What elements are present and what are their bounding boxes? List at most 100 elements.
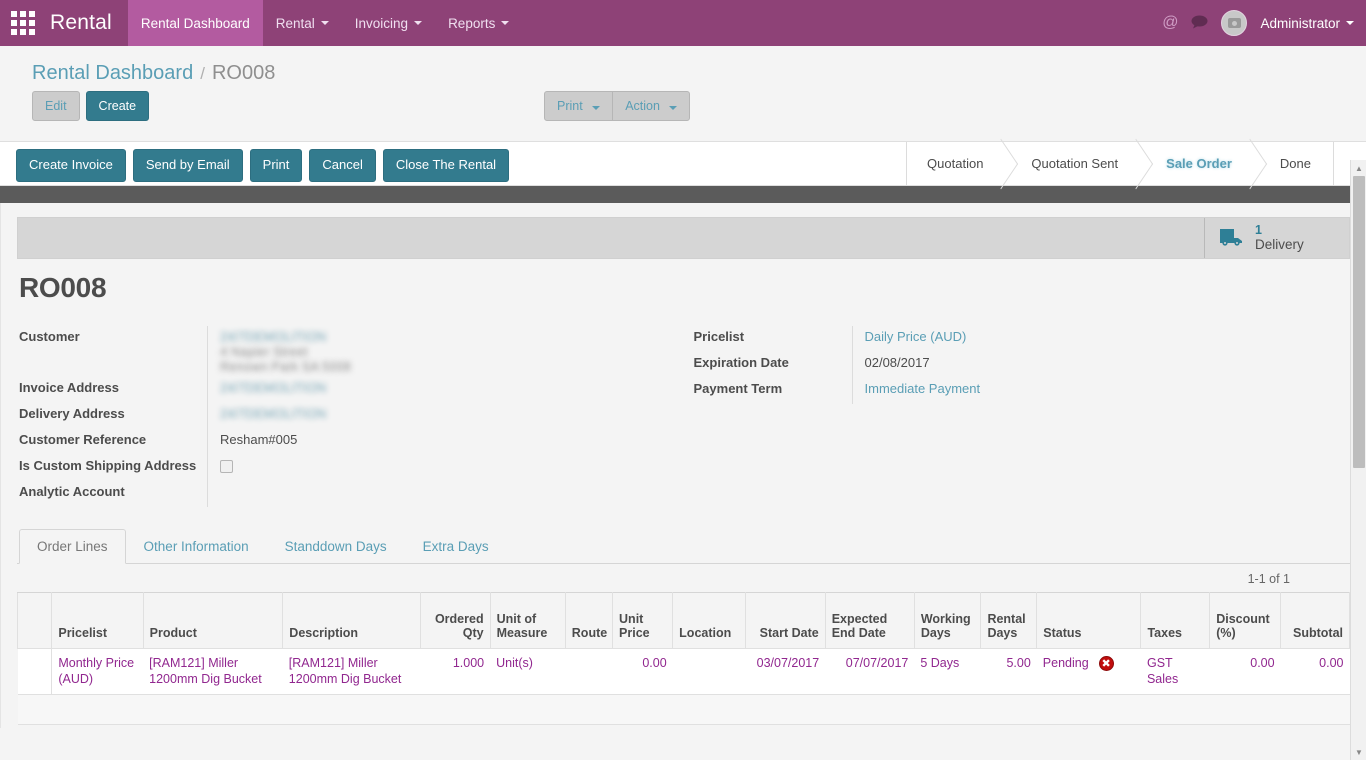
cell-subtotal[interactable]: 0.00	[1280, 648, 1350, 696]
print-button[interactable]: Print	[249, 149, 303, 182]
menu-item-invoicing[interactable]: Invoicing	[342, 0, 435, 46]
cell-expected-end-date[interactable]: 07/07/2017	[825, 648, 915, 696]
record-pager[interactable]: 1-1 of 1	[17, 564, 1350, 592]
scroll-down-arrow[interactable]: ▼	[1351, 744, 1366, 760]
cell-description[interactable]: [RAM121] Miller 1200mm Dig Bucket	[282, 648, 421, 696]
edit-create-group: Edit Create	[32, 91, 150, 122]
cell-start-date[interactable]: 03/07/2017	[745, 648, 826, 696]
header-route[interactable]: Route	[564, 592, 614, 649]
payment-term-value-link[interactable]: Immediate Payment	[865, 381, 981, 396]
header-discount[interactable]: Discount (%)	[1209, 592, 1282, 649]
cell-location[interactable]	[672, 648, 746, 696]
header-description[interactable]: Description	[282, 592, 421, 649]
header-unit-of-measure[interactable]: Unit of Measure	[489, 592, 566, 649]
send-by-email-button[interactable]: Send by Email	[132, 149, 243, 182]
scrollbar-thumb[interactable]	[1353, 176, 1365, 468]
tab-order-lines[interactable]: Order Lines	[19, 529, 126, 564]
header-product[interactable]: Product	[142, 592, 284, 649]
tab-extra-days[interactable]: Extra Days	[405, 529, 507, 564]
cell-route[interactable]	[565, 648, 613, 696]
create-invoice-button[interactable]: Create Invoice	[16, 149, 126, 182]
apps-menu-icon[interactable]	[10, 10, 36, 36]
header-working-days[interactable]: Working Days	[913, 592, 982, 649]
stage-quotation[interactable]: Quotation	[907, 142, 1005, 185]
add-line-cell[interactable]	[17, 694, 1350, 726]
customer-name[interactable]: 24/7DEMOLITION	[220, 329, 678, 344]
field-value[interactable]: 24/7DEMOLITION	[207, 377, 684, 403]
avatar[interactable]	[1221, 10, 1248, 36]
breadcrumb: Rental Dashboard / RO008	[16, 46, 1350, 91]
cell-discount[interactable]: 0.00	[1209, 648, 1281, 696]
header-pricelist[interactable]: Pricelist	[51, 592, 144, 649]
scrollbar-track[interactable]	[1351, 176, 1366, 744]
stage-quotation-sent[interactable]: Quotation Sent	[1005, 142, 1140, 185]
cell-unit-price[interactable]: 0.00	[612, 648, 673, 696]
delivery-stat-button[interactable]: 1 Delivery	[1204, 218, 1349, 258]
cell-rental-days[interactable]: 5.00	[980, 648, 1037, 696]
cell-working-days[interactable]: 5 Days	[914, 648, 981, 696]
delivery-stat-text: 1 Delivery	[1255, 223, 1304, 253]
header-taxes[interactable]: Taxes	[1140, 592, 1211, 649]
cancel-button[interactable]: Cancel	[309, 149, 376, 182]
header-unit-price[interactable]: Unit Price	[612, 592, 674, 649]
cell-status[interactable]: Pending ✖	[1036, 648, 1141, 696]
field-value[interactable]: 24/7DEMOLITION 4 Napier Street Renown Pa…	[207, 326, 684, 377]
cell-product[interactable]: [RAM121] Miller 1200mm Dig Bucket	[143, 648, 283, 696]
customer-reference-value[interactable]: Resham#005	[207, 429, 684, 455]
header-handle	[16, 592, 53, 649]
expiration-date-value[interactable]: 02/08/2017	[851, 352, 1351, 378]
header-rental-days[interactable]: Rental Days	[980, 592, 1038, 649]
analytic-account-value[interactable]	[207, 481, 684, 507]
menu-item-label: Reports	[448, 15, 496, 31]
create-button[interactable]: Create	[85, 91, 150, 122]
breadcrumb-root-link[interactable]: Rental Dashboard	[32, 62, 193, 85]
add-line-row[interactable]	[17, 694, 1350, 726]
user-name-label: Administrator	[1260, 15, 1340, 31]
stage-label: Done	[1279, 156, 1311, 171]
table-row[interactable]: Monthly Price (AUD) [RAM121] Miller 1200…	[17, 648, 1350, 696]
cell-ordered-qty[interactable]: 1.000	[420, 648, 491, 696]
action-dropdown-button[interactable]: Action	[612, 91, 691, 122]
row-drag-handle[interactable]	[17, 648, 53, 696]
header-start-date[interactable]: Start Date	[745, 592, 826, 649]
print-dropdown-button[interactable]: Print	[544, 91, 614, 122]
customer-address-line1: 4 Napier Street	[220, 344, 308, 359]
invoice-address-value[interactable]: 24/7DEMOLITION	[220, 380, 326, 395]
stage-sale-order[interactable]: Sale Order	[1140, 142, 1254, 185]
pricelist-value-link[interactable]: Daily Price (AUD)	[865, 329, 967, 344]
field-customer-reference: Customer Reference Resham#005	[17, 429, 684, 455]
cell-taxes[interactable]: GST Sales	[1140, 648, 1210, 696]
close-the-rental-button[interactable]: Close The Rental	[382, 149, 510, 182]
menu-item-reports[interactable]: Reports	[435, 0, 522, 46]
field-label: Payment Term	[693, 381, 783, 396]
delivery-address-value[interactable]: 24/7DEMOLITION	[220, 406, 326, 421]
chevron-down-icon	[1346, 21, 1354, 25]
menu-item-rental[interactable]: Rental	[263, 0, 342, 46]
mention-icon[interactable]: @	[1162, 15, 1178, 31]
tab-other-information[interactable]: Other Information	[126, 529, 267, 564]
tab-standdown-days[interactable]: Standdown Days	[267, 529, 405, 564]
header-subtotal[interactable]: Subtotal	[1280, 592, 1350, 649]
is-custom-shipping-address-checkbox[interactable]	[220, 460, 233, 473]
header-ordered-qty[interactable]: Ordered Qty	[419, 592, 491, 649]
vertical-scrollbar[interactable]: ▲ ▼	[1350, 160, 1366, 760]
cell-pricelist[interactable]: Monthly Price (AUD)	[51, 648, 144, 696]
user-menu[interactable]: Administrator	[1260, 16, 1354, 31]
app-brand-name[interactable]: Rental	[42, 11, 128, 35]
delete-row-icon[interactable]: ✖	[1098, 656, 1114, 672]
header-expected-end-date[interactable]: Expected End Date	[824, 592, 915, 649]
header-location[interactable]: Location	[672, 592, 747, 649]
cell-unit-of-measure[interactable]: Unit(s)	[490, 648, 566, 696]
field-value[interactable]: 24/7DEMOLITION	[207, 403, 684, 429]
scroll-up-arrow[interactable]: ▲	[1351, 160, 1366, 176]
header-status[interactable]: Status	[1036, 592, 1142, 649]
status-badge: Pending	[1042, 656, 1089, 670]
menu-item-rental-dashboard[interactable]: Rental Dashboard	[127, 0, 263, 46]
stage-label: Quotation Sent	[1031, 156, 1119, 171]
control-panel: Rental Dashboard / RO008 Edit Create Pri…	[0, 46, 1366, 135]
field-label: Invoice Address	[19, 380, 119, 395]
tab-label: Standdown Days	[284, 539, 387, 554]
chat-icon[interactable]	[1191, 15, 1208, 32]
delivery-count: 1	[1255, 223, 1262, 238]
edit-button[interactable]: Edit	[32, 91, 80, 122]
